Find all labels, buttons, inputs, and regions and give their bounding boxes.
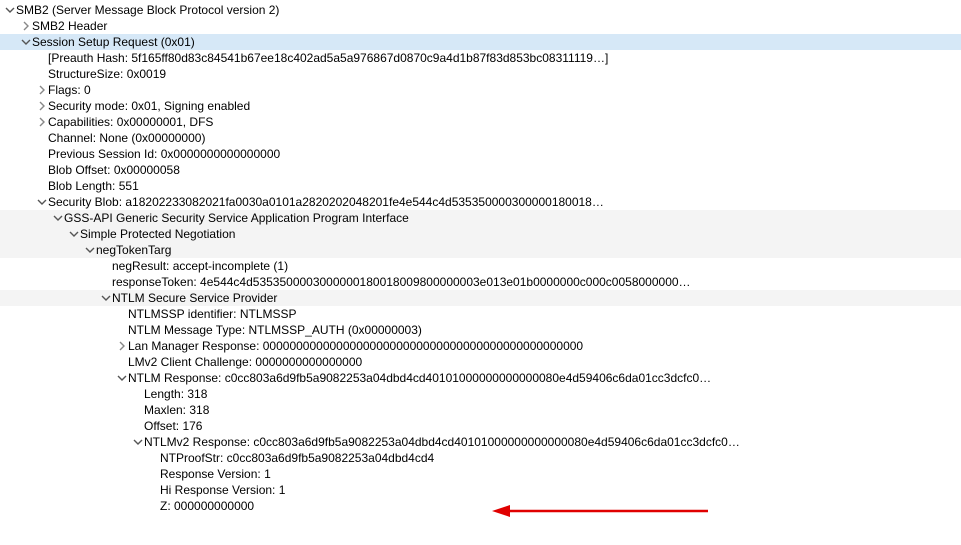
node-session-setup-request[interactable]: Session Setup Request (0x01): [0, 34, 961, 50]
node-capabilities[interactable]: Capabilities: 0x00000001, DFS: [0, 114, 961, 130]
node-ntproofstr[interactable]: NTProofStr: c0cc803a6d9fb5a9082253a04dbd…: [0, 450, 961, 466]
chevron-down-icon[interactable]: [132, 436, 144, 448]
node-blob-offset[interactable]: Blob Offset: 0x00000058: [0, 162, 961, 178]
chevron-down-icon[interactable]: [116, 372, 128, 384]
value: negResult: accept-incomplete (1): [112, 258, 288, 274]
node-gss-api[interactable]: GSS-API Generic Security Service Applica…: [0, 210, 961, 226]
chevron-right-icon[interactable]: [20, 20, 32, 32]
value: [Preauth Hash: 5f165ff80d83c84541b67ee18…: [48, 50, 608, 66]
label: NTLM Secure Service Provider: [112, 290, 277, 306]
label: NTLMv2 Response: c0cc803a6d9fb5a9082253a…: [144, 434, 740, 450]
value: Channel: None (0x00000000): [48, 130, 205, 146]
node-ntlm-response[interactable]: NTLM Response: c0cc803a6d9fb5a9082253a04…: [0, 370, 961, 386]
value: Lan Manager Response: 000000000000000000…: [128, 338, 583, 354]
value: Capabilities: 0x00000001, DFS: [48, 114, 213, 130]
value: Offset: 176: [144, 418, 202, 434]
node-response-version[interactable]: Response Version: 1: [0, 466, 961, 482]
node-maxlen[interactable]: Maxlen: 318: [0, 402, 961, 418]
label: Security Blob: a18202233082021fa0030a010…: [48, 194, 604, 210]
node-spnego[interactable]: Simple Protected Negotiation: [0, 226, 961, 242]
node-hi-response-version[interactable]: Hi Response Version: 1: [0, 482, 961, 498]
value: NTLM Message Type: NTLMSSP_AUTH (0x00000…: [128, 322, 422, 338]
label: GSS-API Generic Security Service Applica…: [64, 210, 409, 226]
label: Session Setup Request (0x01): [32, 34, 195, 50]
chevron-down-icon[interactable]: [20, 36, 32, 48]
node-responsetoken[interactable]: responseToken: 4e544c4d53535000030000001…: [0, 274, 961, 290]
value: StructureSize: 0x0019: [48, 66, 166, 82]
value: Hi Response Version: 1: [160, 482, 285, 498]
chevron-down-icon[interactable]: [84, 244, 96, 256]
chevron-right-icon[interactable]: [36, 116, 48, 128]
node-structure-size[interactable]: StructureSize: 0x0019: [0, 66, 961, 82]
node-smb2-header[interactable]: SMB2 Header: [0, 18, 961, 34]
value: LMv2 Client Challenge: 0000000000000000: [128, 354, 362, 370]
node-z[interactable]: Z: 000000000000: [0, 498, 961, 514]
value: Length: 318: [144, 386, 207, 402]
node-negresult[interactable]: negResult: accept-incomplete (1): [0, 258, 961, 274]
node-blob-length[interactable]: Blob Length: 551: [0, 178, 961, 194]
node-length[interactable]: Length: 318: [0, 386, 961, 402]
label: SMB2 (Server Message Block Protocol vers…: [16, 2, 279, 18]
node-preauth-hash[interactable]: [Preauth Hash: 5f165ff80d83c84541b67ee18…: [0, 50, 961, 66]
value: NTLMSSP identifier: NTLMSSP: [128, 306, 297, 322]
node-lanman-response[interactable]: Lan Manager Response: 000000000000000000…: [0, 338, 961, 354]
value: NTProofStr: c0cc803a6d9fb5a9082253a04dbd…: [160, 450, 434, 466]
node-ntlmssp-id[interactable]: NTLMSSP identifier: NTLMSSP: [0, 306, 961, 322]
value: Blob Length: 551: [48, 178, 139, 194]
value: Previous Session Id: 0x0000000000000000: [48, 146, 280, 162]
chevron-right-icon[interactable]: [116, 340, 128, 352]
label: negTokenTarg: [96, 242, 171, 258]
chevron-down-icon[interactable]: [68, 228, 80, 240]
chevron-right-icon[interactable]: [36, 100, 48, 112]
value: Z: 000000000000: [160, 498, 254, 514]
label: Simple Protected Negotiation: [80, 226, 235, 242]
value: Maxlen: 318: [144, 402, 209, 418]
label: SMB2 Header: [32, 18, 107, 34]
chevron-down-icon[interactable]: [36, 196, 48, 208]
node-ntlmssp[interactable]: NTLM Secure Service Provider: [0, 290, 961, 306]
value: Flags: 0: [48, 82, 91, 98]
label: NTLM Response: c0cc803a6d9fb5a9082253a04…: [128, 370, 711, 386]
chevron-right-icon[interactable]: [36, 84, 48, 96]
node-negtokentarg[interactable]: negTokenTarg: [0, 242, 961, 258]
value: responseToken: 4e544c4d53535000030000001…: [112, 274, 691, 290]
node-ntlmv2-response[interactable]: NTLMv2 Response: c0cc803a6d9fb5a9082253a…: [0, 434, 961, 450]
node-security-blob[interactable]: Security Blob: a18202233082021fa0030a010…: [0, 194, 961, 210]
node-smb2[interactable]: SMB2 (Server Message Block Protocol vers…: [0, 2, 961, 18]
node-prev-session[interactable]: Previous Session Id: 0x0000000000000000: [0, 146, 961, 162]
chevron-down-icon[interactable]: [4, 4, 16, 16]
value: Security mode: 0x01, Signing enabled: [48, 98, 250, 114]
node-channel[interactable]: Channel: None (0x00000000): [0, 130, 961, 146]
node-flags[interactable]: Flags: 0: [0, 82, 961, 98]
chevron-down-icon[interactable]: [52, 212, 64, 224]
packet-tree: SMB2 (Server Message Block Protocol vers…: [0, 0, 961, 514]
value: Blob Offset: 0x00000058: [48, 162, 180, 178]
node-lmv2-challenge[interactable]: LMv2 Client Challenge: 0000000000000000: [0, 354, 961, 370]
node-security-mode[interactable]: Security mode: 0x01, Signing enabled: [0, 98, 961, 114]
value: Response Version: 1: [160, 466, 271, 482]
node-ntlm-msgtype[interactable]: NTLM Message Type: NTLMSSP_AUTH (0x00000…: [0, 322, 961, 338]
chevron-down-icon[interactable]: [100, 292, 112, 304]
node-offset[interactable]: Offset: 176: [0, 418, 961, 434]
